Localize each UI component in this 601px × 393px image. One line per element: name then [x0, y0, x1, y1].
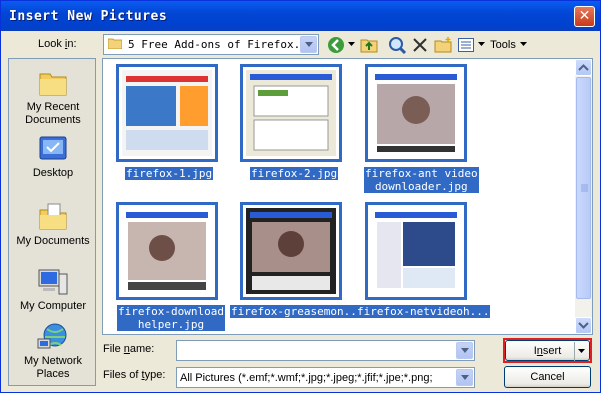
back-button[interactable] — [325, 34, 357, 56]
title-bar[interactable]: Insert New Pictures ✕ — [1, 1, 600, 31]
up-folder-icon — [360, 39, 378, 53]
file-caption[interactable]: firefox-1.jpg — [125, 167, 214, 180]
chevron-down-icon — [578, 322, 589, 329]
place-my-recent-documents[interactable]: My Recent Documents — [9, 67, 97, 127]
file-thumbnail[interactable] — [240, 202, 342, 300]
recent-documents-icon — [39, 73, 67, 96]
dialog-title: Insert New Pictures — [9, 9, 168, 24]
scroll-down-button[interactable] — [575, 317, 592, 334]
scroll-thumb[interactable] — [576, 77, 591, 299]
search-web-button[interactable] — [387, 34, 407, 56]
file-caption[interactable]: firefox-2.jpg — [250, 167, 339, 180]
place-my-computer[interactable]: My Computer — [9, 266, 97, 313]
file-caption[interactable]: firefox-greasemon... — [230, 305, 365, 318]
file-thumbnail[interactable] — [365, 202, 467, 300]
filename-combo[interactable] — [176, 340, 475, 361]
file-list-scrollbar[interactable] — [575, 59, 592, 334]
tools-label: Tools — [490, 39, 516, 51]
image-preview — [246, 208, 336, 294]
chevron-up-icon — [578, 64, 589, 71]
tools-dropdown-arrow — [519, 42, 527, 46]
file-thumbnail[interactable] — [116, 64, 218, 162]
filetype-dropdown[interactable]: All Pictures (*.emf;*.wmf;*.jpg;*.jpeg;*… — [176, 367, 475, 388]
place-desktop[interactable]: Desktop — [9, 133, 97, 180]
filetype-dropdown-arrow[interactable] — [456, 369, 473, 386]
scroll-up-button[interactable] — [575, 59, 592, 76]
views-dropdown-arrow[interactable] — [478, 42, 486, 48]
place-my-network-places[interactable]: My Network Places — [9, 321, 97, 381]
up-one-level-button[interactable] — [359, 34, 379, 56]
my-documents-icon — [39, 203, 67, 230]
new-folder-button[interactable] — [433, 34, 453, 56]
lookin-dropdown-arrow[interactable] — [300, 36, 317, 53]
delete-icon — [413, 38, 427, 52]
desktop-icon — [39, 136, 67, 160]
image-preview — [371, 208, 461, 294]
my-computer-icon — [38, 269, 68, 295]
search-web-icon — [389, 37, 406, 54]
lookin-value: 5 Free Add-ons of Firefox... — [128, 38, 314, 51]
image-preview — [371, 70, 461, 156]
tools-menu-button[interactable]: Tools — [489, 34, 529, 56]
back-icon — [327, 37, 344, 53]
image-preview — [122, 70, 212, 156]
file-list-pane[interactable]: firefox-1.jpg firefox-2.jpg firefox-ant … — [102, 58, 593, 335]
grip-icon — [581, 184, 588, 192]
delete-button[interactable] — [410, 34, 430, 56]
views-button[interactable] — [457, 34, 487, 56]
filename-label: File name: — [103, 343, 155, 355]
file-caption[interactable]: firefox-netvideoh... — [356, 305, 491, 318]
image-preview — [122, 208, 212, 294]
lookin-dropdown[interactable]: 5 Free Add-ons of Firefox... — [103, 34, 319, 55]
cancel-button[interactable]: Cancel — [504, 366, 591, 388]
lookin-label: Look in: — [38, 38, 77, 50]
file-thumbnail[interactable] — [365, 64, 467, 162]
close-icon: ✕ — [578, 8, 591, 24]
insert-highlight: Insert — [503, 338, 592, 363]
views-icon — [458, 38, 474, 52]
folder-icon — [108, 38, 122, 49]
file-thumbnail[interactable] — [240, 64, 342, 162]
close-button[interactable]: ✕ — [574, 6, 595, 27]
file-thumbnail[interactable] — [116, 202, 218, 300]
place-my-documents[interactable]: My Documents — [9, 201, 97, 248]
filename-dropdown-arrow[interactable] — [456, 342, 473, 359]
new-folder-icon — [434, 37, 452, 53]
insert-options-arrow[interactable] — [574, 342, 588, 361]
back-dropdown-arrow[interactable] — [347, 42, 356, 48]
image-preview — [246, 70, 336, 156]
network-places-icon — [37, 323, 67, 349]
places-bar: My Recent Documents Desktop My Documents… — [8, 58, 96, 386]
insert-button[interactable]: Insert — [505, 340, 590, 361]
filetype-value: All Pictures (*.emf;*.wmf;*.jpg;*.jpeg;*… — [180, 372, 433, 384]
insert-pictures-dialog: Insert New Pictures ✕ Look in: 5 Free Ad… — [0, 0, 601, 393]
chevron-down-icon — [578, 349, 585, 353]
file-caption[interactable]: firefox-download helper.jpg — [117, 305, 225, 331]
filetype-label: Files of type: — [103, 369, 166, 381]
file-caption[interactable]: firefox-ant video downloader.jpg — [364, 167, 479, 193]
